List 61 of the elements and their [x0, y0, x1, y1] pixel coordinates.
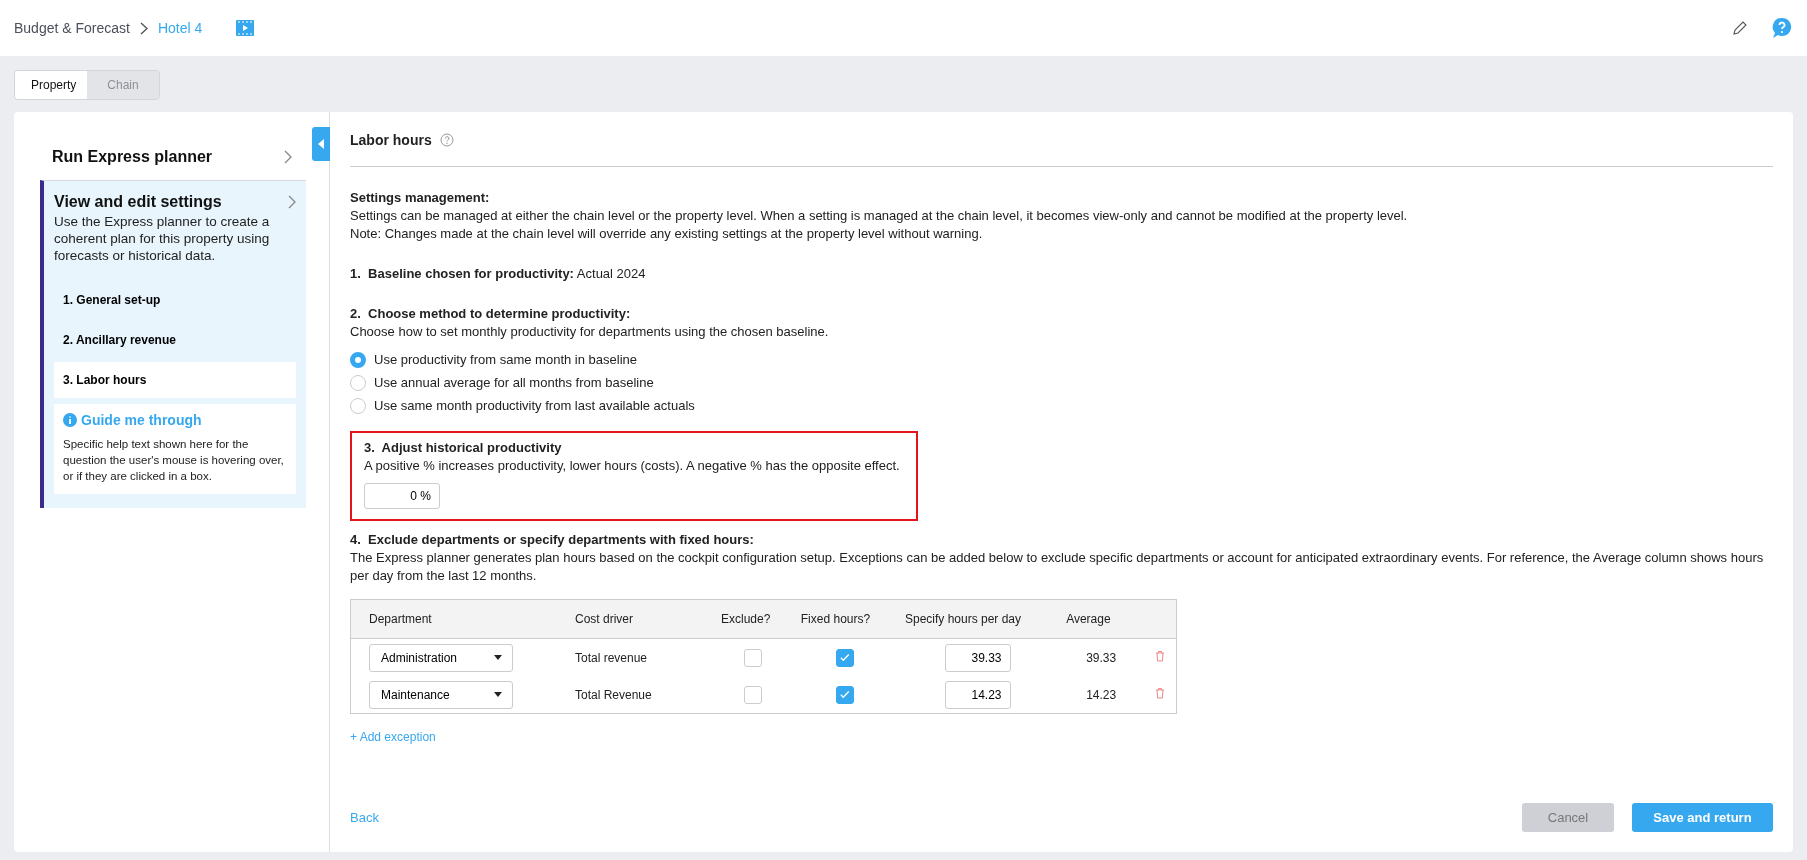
guide-text: Specific help text shown here for the question the user's mouse is hovering over, or if they are clicked in a box.: [63, 437, 285, 484]
table-cell: Total revenue: [575, 650, 648, 665]
settings-text: Note: Changes made at the chain level will override any existing settings at the property level without warning.: [350, 225, 984, 243]
hours-field[interactable]: 14.23: [944, 680, 1011, 709]
department-dropdown[interactable]: Administration: [369, 643, 513, 672]
hours-field[interactable]: 39.33: [944, 643, 1011, 672]
video-icon[interactable]: [236, 20, 255, 36]
section-text: Choose how to set monthly productivity for departments using the chosen baseline.: [350, 323, 830, 341]
sidebar-item[interactable]: Run Express planner: [52, 148, 213, 166]
step-item[interactable]: 2. Ancillary revenue: [54, 322, 296, 358]
page-title: Labor hours: [350, 132, 432, 148]
settings-text: Settings can be managed at either the chain level or the property level. When a setting is managed at the chain level, it becomes view-only and cannot be modified at the property level.: [350, 207, 1409, 225]
radio-icon[interactable]: [350, 352, 366, 368]
trash-icon[interactable]: [1155, 687, 1166, 699]
table-cell: Total Revenue: [575, 687, 652, 702]
column-header: Average: [1066, 612, 1111, 626]
section-text: A positive % increases productivity, lower hours (costs). A negative % has the opposite effect.: [364, 457, 901, 475]
caret-down-icon[interactable]: [494, 655, 502, 660]
column-header: Department: [369, 612, 432, 626]
sidebar-item[interactable]: View and edit settings: [54, 193, 222, 211]
table-cell: 39.33: [1086, 650, 1117, 665]
radio-option[interactable]: Use productivity from same month in baseline: [350, 351, 1773, 369]
edit-icon[interactable]: [1733, 21, 1747, 35]
step-item[interactable]: 3. Labor hours: [54, 362, 296, 398]
baseline-text: 1. Baseline chosen for productivity: Actual 2024: [350, 266, 646, 281]
exclude-checkbox[interactable]: [743, 648, 762, 667]
column-header: Specify hours per day: [904, 612, 1022, 626]
section-heading: 2. Choose method to determine productivity:: [350, 305, 632, 323]
section-text: The Express planner generates plan hours based on the cockpit configuration setup. Exceptions can be added below to exclude specific departments or account for anticipated extraordinary events. For reference, the Average column shows hours per day from the last 12 months.: [350, 549, 1765, 585]
radio-icon[interactable]: [350, 375, 366, 391]
radio-option[interactable]: Use annual average for all months from baseline: [350, 374, 1773, 392]
caret-down-icon[interactable]: [494, 692, 502, 697]
check-icon[interactable]: [839, 689, 851, 700]
breadcrumb-parent[interactable]: Budget & Forecast: [14, 20, 130, 36]
trash-icon[interactable]: [1155, 650, 1166, 662]
collapse-button[interactable]: [312, 127, 330, 161]
section-heading: Settings management:: [350, 189, 491, 207]
table-cell: 14.23: [1086, 687, 1117, 702]
radio-icon[interactable]: [350, 398, 366, 414]
column-header: Cost driver: [575, 612, 633, 626]
check-icon[interactable]: [839, 652, 851, 663]
help-chat-icon[interactable]: [1771, 17, 1793, 39]
column-header: Fixed hours?: [800, 612, 871, 626]
sidebar-description: Use the Express planner to create a coherent plan for this property using forecasts or historical data.: [53, 213, 271, 264]
department-dropdown[interactable]: Maintenance: [369, 680, 513, 709]
column-header: Exclude?: [721, 612, 771, 626]
help-icon[interactable]: [439, 133, 454, 147]
radio-option[interactable]: Use same month productivity from last available actuals: [350, 397, 1773, 415]
chevron-right-icon: [139, 21, 148, 35]
tab[interactable]: Property: [15, 71, 87, 99]
section-heading: 4. Exclude departments or specify departments with fixed hours:: [350, 531, 755, 549]
info-icon: [63, 413, 77, 427]
fixed-hours-checkbox[interactable]: [835, 685, 854, 704]
step-item[interactable]: 1. General set-up: [54, 282, 296, 318]
fixed-hours-checkbox[interactable]: [835, 648, 854, 667]
caret-left-icon[interactable]: [318, 139, 324, 149]
exclude-checkbox[interactable]: [743, 685, 762, 704]
chevron-right-icon: [288, 195, 296, 209]
chevron-right-icon: [284, 150, 292, 164]
percent-field[interactable]: 0 %: [364, 483, 440, 509]
section-heading: 3. Adjust historical productivity: [364, 439, 563, 457]
